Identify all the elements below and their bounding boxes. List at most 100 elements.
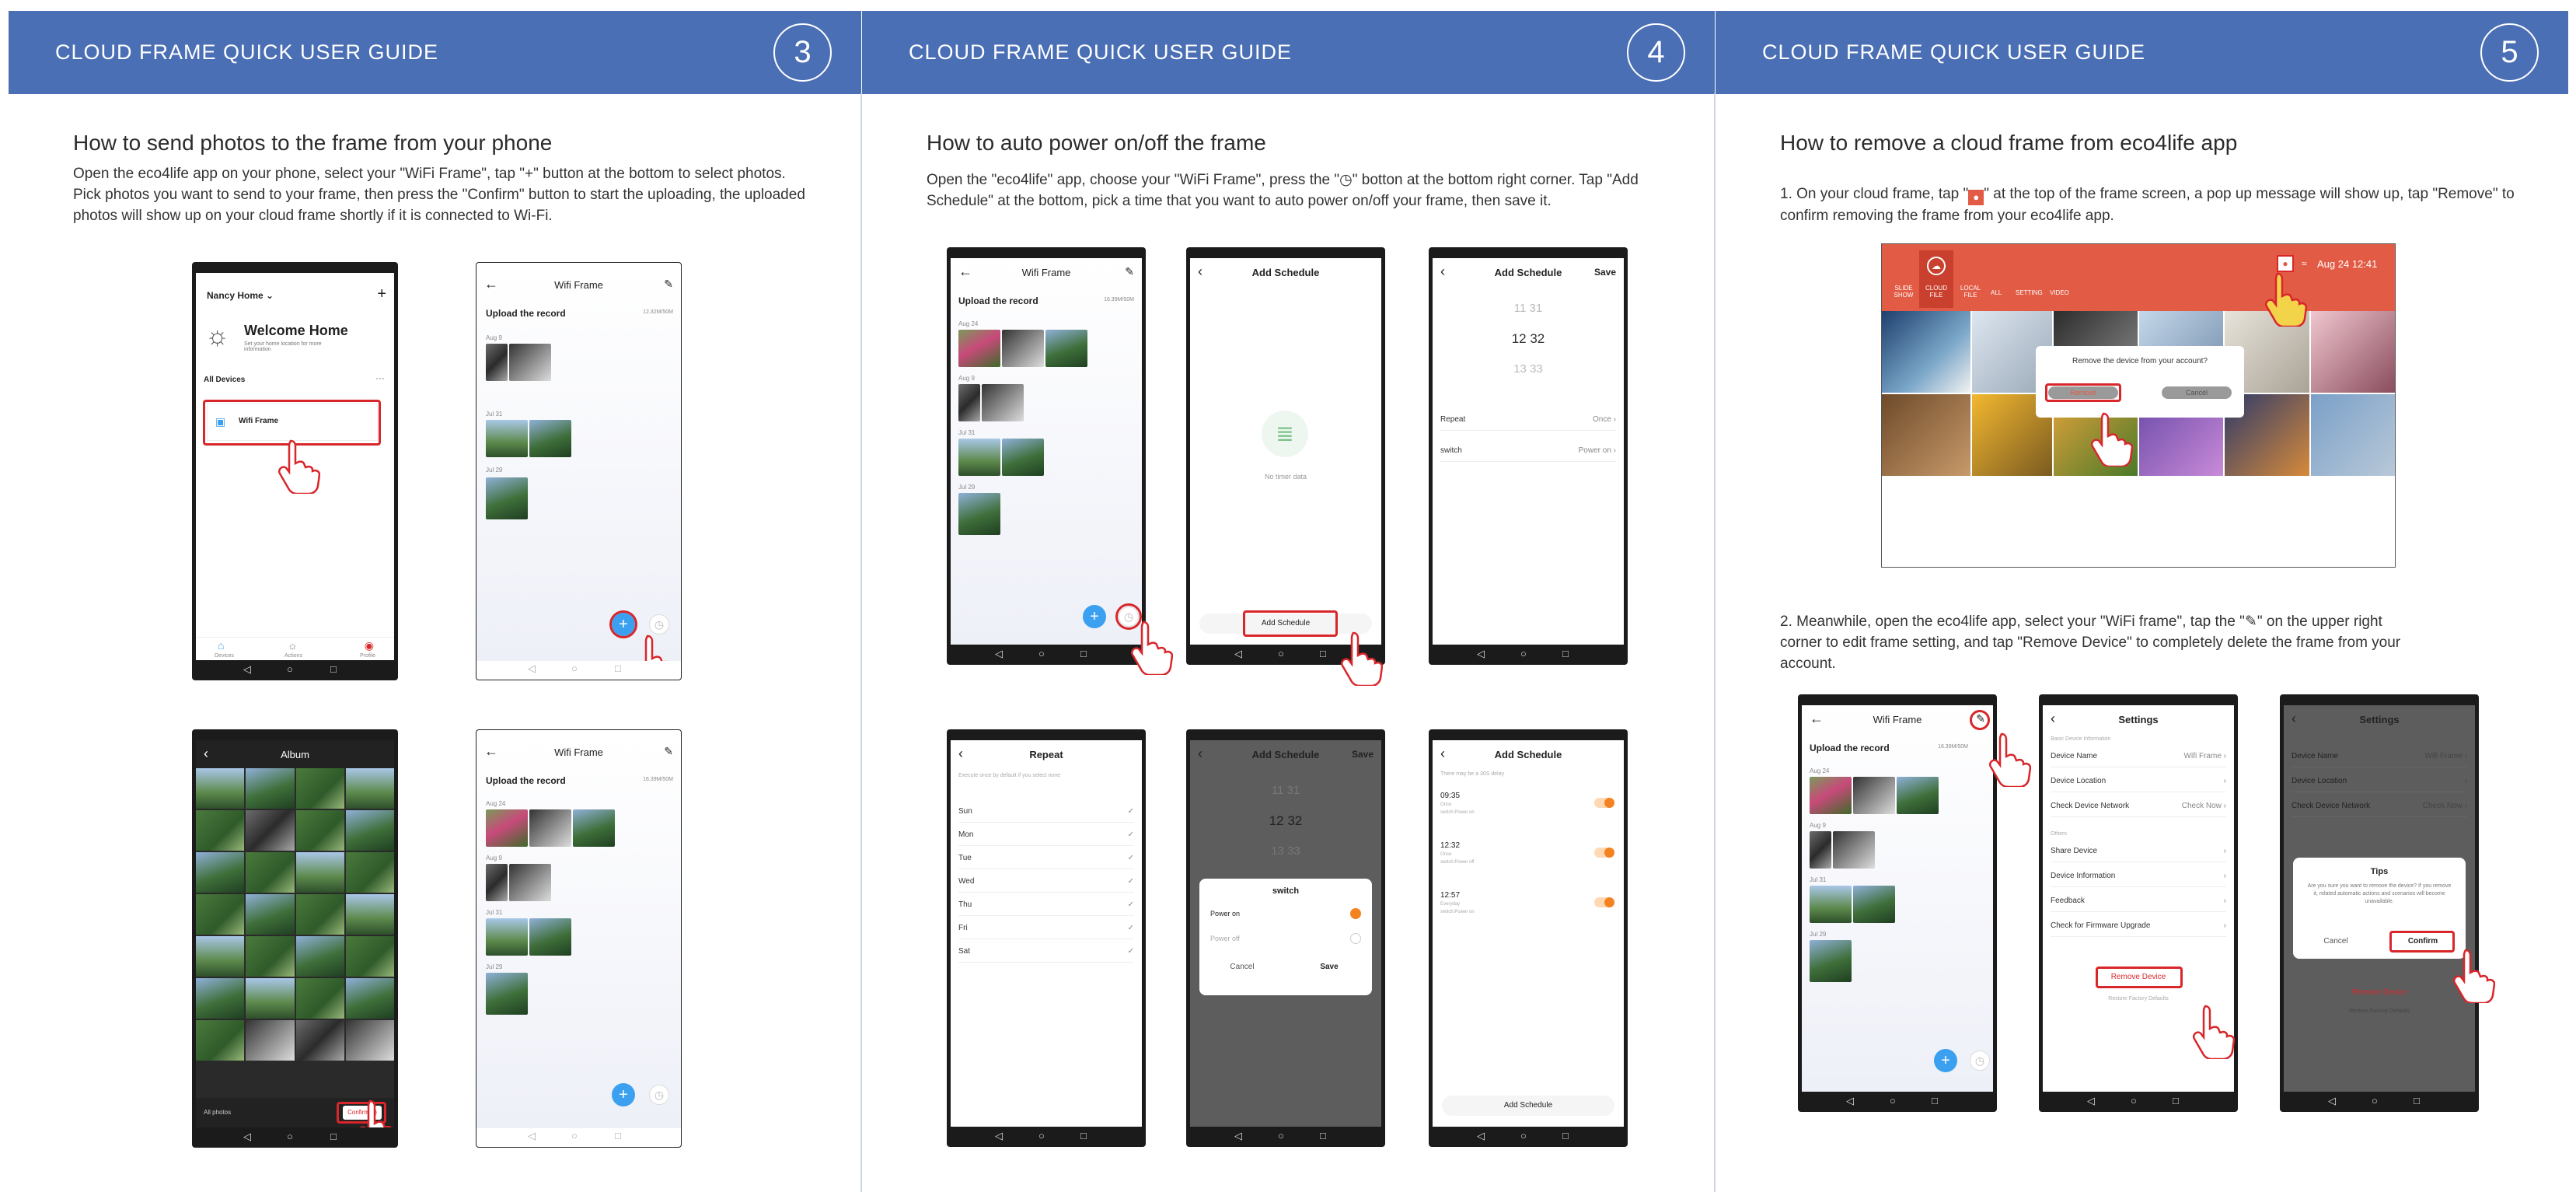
photo-thumb[interactable] bbox=[509, 344, 551, 381]
album-photo[interactable] bbox=[295, 1020, 344, 1061]
restore-defaults-button[interactable]: Restore Factory Defaults bbox=[2043, 996, 2234, 1001]
schedule-toggle[interactable] bbox=[1594, 848, 1614, 858]
frame-photo[interactable] bbox=[1882, 394, 1970, 476]
save-button[interactable]: Save bbox=[1286, 963, 1372, 971]
profile-tab-icon[interactable]: ◉ bbox=[365, 639, 374, 652]
album-photo[interactable] bbox=[246, 894, 295, 935]
time-option[interactable]: 11 31 bbox=[1433, 302, 1624, 315]
day-row[interactable]: Fri ✓ bbox=[958, 919, 1134, 939]
edit-pencil-icon[interactable]: ✎ bbox=[664, 278, 673, 291]
photo-thumb[interactable] bbox=[958, 439, 1000, 476]
album-photo[interactable] bbox=[196, 852, 245, 893]
frame-tab-video[interactable]: VIDEO bbox=[2050, 289, 2069, 296]
photo-thumb[interactable] bbox=[1897, 777, 1939, 814]
album-photo[interactable] bbox=[295, 768, 344, 809]
recents-nav-icon[interactable]: □ bbox=[1932, 1095, 1938, 1106]
settings-row-device-location[interactable]: Device Location › bbox=[2051, 772, 2226, 792]
day-row[interactable]: Sat ✓ bbox=[958, 942, 1134, 963]
back-nav-icon[interactable]: ◁ bbox=[2087, 1095, 2095, 1107]
album-photo[interactable] bbox=[295, 978, 344, 1019]
settings-row-firmware[interactable]: Check for Firmware Upgrade › bbox=[2051, 917, 2226, 937]
repeat-row[interactable]: Repeat Once › bbox=[1440, 411, 1616, 431]
album-photo[interactable] bbox=[295, 810, 344, 851]
photo-thumb[interactable] bbox=[486, 864, 508, 901]
recents-nav-icon[interactable]: □ bbox=[2173, 1095, 2179, 1106]
day-row[interactable]: Mon ✓ bbox=[958, 826, 1134, 846]
home-tab-icon[interactable]: ⌂ bbox=[218, 639, 224, 652]
home-nav-icon[interactable]: ○ bbox=[1890, 1095, 1896, 1106]
back-nav-icon[interactable]: ◁ bbox=[528, 662, 536, 675]
schedule-item[interactable]: 12:57 Everyday switch:Power on bbox=[1433, 891, 1624, 935]
photo-thumb[interactable] bbox=[529, 420, 571, 457]
album-photo[interactable] bbox=[196, 810, 245, 851]
settings-row-feedback[interactable]: Feedback › bbox=[2051, 892, 2226, 912]
photo-thumb[interactable] bbox=[509, 864, 551, 901]
recents-nav-icon[interactable]: □ bbox=[1320, 648, 1326, 659]
frame-photo[interactable] bbox=[2310, 311, 2395, 393]
photo-thumb[interactable] bbox=[486, 420, 528, 457]
photo-thumb[interactable] bbox=[982, 384, 1024, 421]
photo-thumb[interactable] bbox=[1853, 777, 1895, 814]
frame-tab-all[interactable]: ALL bbox=[1991, 289, 2002, 296]
album-photo[interactable] bbox=[246, 936, 295, 977]
photo-thumb[interactable] bbox=[1810, 886, 1852, 923]
recents-nav-icon[interactable]: □ bbox=[615, 662, 621, 674]
photo-thumb[interactable] bbox=[958, 493, 1000, 535]
photo-thumb[interactable] bbox=[573, 809, 615, 847]
user-account-icon[interactable]: ● bbox=[2277, 255, 2294, 272]
tab-actions[interactable]: Actions bbox=[284, 653, 302, 659]
album-photo[interactable] bbox=[246, 768, 295, 809]
album-photo[interactable] bbox=[345, 768, 394, 809]
album-photo[interactable] bbox=[246, 810, 295, 851]
home-nav-icon[interactable]: ○ bbox=[1520, 1130, 1527, 1141]
photo-thumb[interactable] bbox=[1810, 777, 1852, 814]
recents-nav-icon[interactable]: □ bbox=[330, 1131, 337, 1142]
album-photo[interactable] bbox=[196, 894, 245, 935]
recents-nav-icon[interactable]: □ bbox=[615, 1130, 621, 1141]
recents-nav-icon[interactable]: □ bbox=[2414, 1095, 2420, 1106]
album-photo[interactable] bbox=[196, 1020, 245, 1061]
plus-icon[interactable]: + bbox=[377, 285, 386, 303]
photo-thumb[interactable] bbox=[529, 918, 571, 956]
add-photo-button[interactable]: + bbox=[1083, 605, 1106, 628]
cancel-button[interactable]: Cancel bbox=[2293, 937, 2379, 946]
album-photo[interactable] bbox=[246, 1020, 295, 1061]
radio-unselected-icon[interactable] bbox=[1350, 933, 1361, 944]
add-photo-button[interactable]: + bbox=[1934, 1049, 1957, 1072]
home-nav-icon[interactable]: ○ bbox=[1278, 648, 1284, 659]
schedule-toggle[interactable] bbox=[1594, 798, 1614, 808]
cancel-button[interactable]: Cancel bbox=[1199, 963, 1285, 971]
day-row[interactable]: Wed ✓ bbox=[958, 872, 1134, 893]
settings-row-check-network[interactable]: Check Device Network Check Now › bbox=[2051, 797, 2226, 817]
frame-tab-slideshow[interactable]: SLIDE SHOW bbox=[1890, 285, 1918, 299]
home-nav-icon[interactable]: ○ bbox=[2131, 1095, 2137, 1106]
radio-selected-icon[interactable] bbox=[1350, 908, 1361, 919]
edit-pencil-icon[interactable]: ✎ bbox=[664, 745, 673, 758]
back-nav-icon[interactable]: ◁ bbox=[1234, 648, 1242, 660]
schedule-item[interactable]: 09:35 Once switch:Power on bbox=[1433, 792, 1624, 835]
option-power-on[interactable]: Power on bbox=[1210, 910, 1240, 918]
back-nav-icon[interactable]: ◁ bbox=[243, 1131, 251, 1143]
photo-thumb[interactable] bbox=[1002, 330, 1044, 367]
album-photo[interactable] bbox=[295, 852, 344, 893]
switch-row[interactable]: switch Power on › bbox=[1440, 442, 1616, 462]
recents-nav-icon[interactable]: □ bbox=[1320, 1130, 1326, 1141]
album-photo[interactable] bbox=[345, 852, 394, 893]
photo-thumb[interactable] bbox=[1045, 330, 1087, 367]
settings-row-device-name[interactable]: Device Name Wifi Frame › bbox=[2051, 747, 2226, 767]
schedule-item[interactable]: 12:32 Once switch:Power off bbox=[1433, 841, 1624, 885]
home-nav-icon[interactable]: ○ bbox=[1520, 648, 1527, 659]
home-title[interactable]: Nancy Home bbox=[207, 290, 264, 301]
clock-button[interactable]: ◷ bbox=[649, 614, 669, 634]
album-photo[interactable] bbox=[196, 936, 245, 977]
frame-tab-setting[interactable]: SETTING bbox=[2016, 289, 2043, 296]
frame-tab-cloud-file[interactable]: ☁ CLOUD FILE bbox=[1919, 250, 1953, 308]
album-photo[interactable] bbox=[246, 978, 295, 1019]
album-photo[interactable] bbox=[345, 1020, 394, 1061]
photo-thumb[interactable] bbox=[1002, 439, 1044, 476]
time-option[interactable]: 13 33 bbox=[1433, 362, 1624, 376]
album-photo[interactable] bbox=[295, 894, 344, 935]
frame-photo[interactable] bbox=[2310, 394, 2395, 476]
add-photo-button[interactable]: + bbox=[612, 1083, 635, 1106]
album-photo[interactable] bbox=[345, 894, 394, 935]
